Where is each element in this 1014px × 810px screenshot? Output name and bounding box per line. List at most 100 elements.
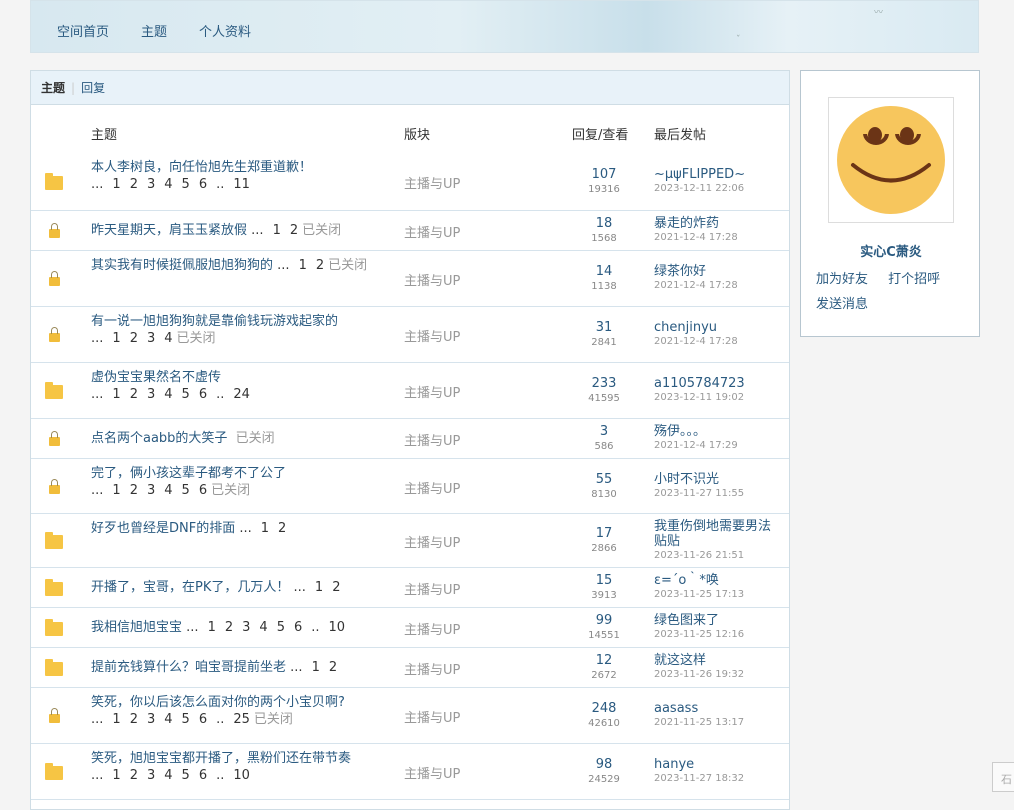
reply-count[interactable]: 98	[579, 757, 629, 773]
page-link[interactable]: 4	[164, 712, 172, 727]
last-post-user[interactable]: ε=´ο｀*唤	[654, 573, 774, 588]
page-link[interactable]: 2	[329, 660, 337, 675]
page-link[interactable]: ...	[91, 768, 103, 783]
page-link[interactable]: 6	[199, 768, 207, 783]
page-link[interactable]: 2	[278, 521, 286, 536]
board-link[interactable]: 主播与UP	[404, 478, 460, 497]
thread-title-link[interactable]: 好歹也曾经是DNF的排面	[91, 521, 235, 536]
page-link[interactable]: ...	[91, 177, 103, 192]
last-post-user[interactable]: aasass	[654, 701, 774, 716]
thread-title-link[interactable]: 笑死，你以后该怎么面对你的两个小宝贝啊?	[91, 695, 345, 710]
page-link[interactable]: 1	[112, 177, 120, 192]
last-post-time[interactable]: 2023-11-25 12:16	[654, 628, 774, 641]
page-link[interactable]: 5	[277, 620, 285, 635]
thread-title-link[interactable]: 完了，俩小孩这辈子都考不了公了	[91, 466, 286, 481]
page-link[interactable]: 1	[112, 387, 120, 402]
board-link[interactable]: 主播与UP	[404, 222, 460, 241]
thread-title-link[interactable]: 笑死，旭旭宝宝都开播了，黑粉们还在带节奏	[91, 751, 351, 766]
last-post-user[interactable]: 绿色图来了	[654, 613, 774, 628]
last-post-time[interactable]: 2023-12-11 22:06	[654, 182, 774, 195]
corner-button[interactable]: 石	[992, 762, 1014, 792]
page-link[interactable]: ...	[277, 258, 289, 273]
last-post-time[interactable]: 2021-12-4 17:29	[654, 439, 774, 452]
last-post-time[interactable]: 2023-11-26 21:51	[654, 549, 774, 562]
reply-count[interactable]: 15	[579, 573, 629, 589]
page-link[interactable]: 3	[147, 387, 155, 402]
last-post-user[interactable]: 我重伤倒地需要男法贴贴	[654, 519, 774, 549]
page-link[interactable]: ..	[216, 177, 224, 192]
board-link[interactable]: 主播与UP	[404, 619, 460, 638]
last-post-time[interactable]: 2021-12-4 17:28	[654, 335, 774, 348]
page-link[interactable]: 2	[130, 768, 138, 783]
avatar[interactable]	[828, 97, 954, 223]
page-link[interactable]: 25	[233, 712, 250, 727]
thread-title-link[interactable]: 本人李树良，向任怡旭先生郑重道歉！	[91, 160, 312, 175]
page-link[interactable]: 6	[199, 712, 207, 727]
page-link[interactable]: 6	[199, 483, 207, 498]
thread-title-link[interactable]: 其实我有时候挺佩服旭旭狗狗的	[91, 258, 273, 273]
say-hello-link[interactable]: 打个招呼	[888, 272, 940, 287]
page-link[interactable]: 4	[164, 483, 172, 498]
reply-count[interactable]: 18	[579, 216, 629, 232]
last-post-time[interactable]: 2021-11-25 13:17	[654, 716, 774, 729]
last-post-user[interactable]: 绿茶你好	[654, 264, 774, 279]
last-post-time[interactable]: 2023-11-27 18:32	[654, 772, 774, 785]
board-link[interactable]: 主播与UP	[404, 270, 460, 289]
page-link[interactable]: 2	[130, 483, 138, 498]
thread-title-link[interactable]: 有一说一旭旭狗狗就是靠偷钱玩游戏起家的	[91, 314, 338, 329]
reply-count[interactable]: 17	[579, 526, 629, 542]
page-link[interactable]: 1	[112, 483, 120, 498]
page-link[interactable]: 3	[147, 712, 155, 727]
page-link[interactable]: 10	[329, 620, 346, 635]
last-post-user[interactable]: 暴走的炸药	[654, 216, 774, 231]
send-message-link[interactable]: 发送消息	[816, 297, 868, 312]
page-link[interactable]: 11	[233, 177, 250, 192]
page-link[interactable]: 4	[259, 620, 267, 635]
reply-count[interactable]: 12	[579, 653, 629, 669]
page-link[interactable]: 3	[147, 483, 155, 498]
page-link[interactable]: 2	[316, 258, 324, 273]
page-link[interactable]: 5	[182, 387, 190, 402]
page-link[interactable]: ...	[91, 387, 103, 402]
reply-count[interactable]: 248	[579, 701, 629, 717]
page-link[interactable]: 1	[112, 768, 120, 783]
page-link[interactable]: 4	[164, 768, 172, 783]
page-link[interactable]: 4	[164, 177, 172, 192]
page-link[interactable]: 24	[233, 387, 250, 402]
tab-replies[interactable]: 回复	[81, 79, 105, 96]
board-link[interactable]: 主播与UP	[404, 707, 460, 726]
last-post-user[interactable]: ~μψFLIPPED~	[654, 167, 774, 182]
page-link[interactable]: 1	[112, 331, 120, 346]
tab-threads[interactable]: 主题	[41, 79, 65, 96]
profile-username[interactable]: 实心C萧炎	[801, 241, 981, 260]
page-link[interactable]: ...	[91, 331, 103, 346]
reply-count[interactable]: 99	[579, 613, 629, 629]
page-link[interactable]: ...	[239, 521, 251, 536]
page-link[interactable]: 5	[182, 712, 190, 727]
page-link[interactable]: 2	[225, 620, 233, 635]
page-link[interactable]: 2	[130, 387, 138, 402]
page-link[interactable]: 1	[312, 660, 320, 675]
last-post-time[interactable]: 2021-12-4 17:28	[654, 231, 774, 244]
add-friend-link[interactable]: 加为好友	[816, 272, 868, 287]
page-link[interactable]: 1	[299, 258, 307, 273]
reply-count[interactable]: 233	[579, 376, 629, 392]
reply-count[interactable]: 14	[579, 264, 629, 280]
nav-home[interactable]: 空间首页	[57, 21, 109, 40]
last-post-user[interactable]: a1105784723	[654, 376, 774, 391]
page-link[interactable]: 1	[315, 580, 323, 595]
thread-title-link[interactable]: 虚伪宝宝果然名不虚传	[91, 370, 221, 385]
page-link[interactable]: ...	[294, 580, 306, 595]
board-link[interactable]: 主播与UP	[404, 659, 460, 678]
page-link[interactable]: 1	[261, 521, 269, 536]
page-link[interactable]: 3	[147, 331, 155, 346]
board-link[interactable]: 主播与UP	[404, 579, 460, 598]
page-link[interactable]: 5	[182, 768, 190, 783]
thread-title-link[interactable]: 昨天星期天，肩玉玉紧放假	[91, 223, 247, 238]
board-link[interactable]: 主播与UP	[404, 532, 460, 551]
last-post-time[interactable]: 2023-11-27 11:55	[654, 487, 774, 500]
page-link[interactable]: 1	[112, 712, 120, 727]
last-post-user[interactable]: hanye	[654, 757, 774, 772]
page-link[interactable]: ...	[91, 483, 103, 498]
last-post-time[interactable]: 2023-11-25 17:13	[654, 588, 774, 601]
